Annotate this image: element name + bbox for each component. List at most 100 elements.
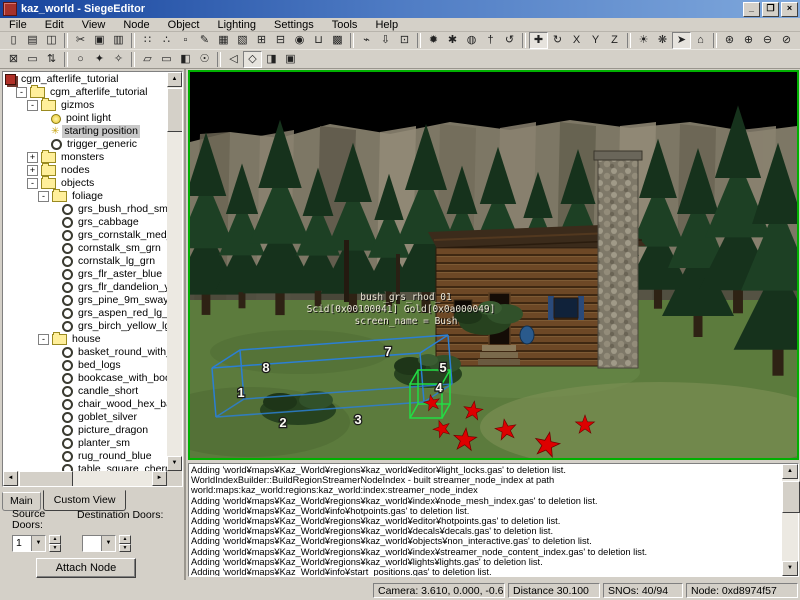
tree-item[interactable]: goblet_silver	[3, 411, 167, 424]
expander-collapse-icon[interactable]: -	[16, 87, 27, 98]
tree-item[interactable]: +nodes	[3, 164, 167, 177]
minimize-button[interactable]: _	[743, 2, 760, 17]
tree-item[interactable]: grs_flr_dandelion_yllw	[3, 281, 167, 294]
light-a-button[interactable]: ⊛	[720, 32, 739, 49]
select-light-button[interactable]: ❋	[653, 32, 672, 49]
tree-horizontal-scrollbar[interactable]: ◄ ►	[3, 471, 167, 486]
tree-item[interactable]: point light	[3, 112, 167, 125]
circle-button[interactable]: ○	[71, 51, 90, 68]
tree-item[interactable]: grs_cornstalk_med_grn	[3, 229, 167, 242]
eraser-button[interactable]: ▭	[157, 51, 176, 68]
lasso-button[interactable]: ↺	[500, 32, 519, 49]
tree-item[interactable]: picture_dragon	[3, 424, 167, 437]
move-button[interactable]: ✚	[529, 32, 548, 49]
tree-item[interactable]: grs_cabbage	[3, 216, 167, 229]
lock-y-button[interactable]: Y	[586, 32, 605, 49]
bomb-button[interactable]: ✹	[424, 32, 443, 49]
cut-button[interactable]: ✂	[71, 32, 90, 49]
diamond-button[interactable]: ◇	[243, 51, 262, 68]
drop-node-button[interactable]: ⇩	[376, 32, 395, 49]
tree-item[interactable]: ✳starting position	[3, 125, 167, 138]
output-console[interactable]: Adding 'world¥maps¥Kaz_World¥regions¥kaz…	[188, 463, 799, 577]
region-select-button[interactable]: ▫	[176, 32, 195, 49]
expander-expand-icon[interactable]: +	[27, 165, 38, 176]
tree-item[interactable]: bookcase_with_books	[3, 372, 167, 385]
expander-collapse-icon[interactable]: -	[27, 100, 38, 111]
restore-button[interactable]: ❐	[762, 2, 779, 17]
tree-item[interactable]: candle_short	[3, 385, 167, 398]
cursor-button[interactable]: ➤	[672, 32, 691, 49]
tree-item[interactable]: -gizmos	[3, 99, 167, 112]
snap-button[interactable]: ⊡	[395, 32, 414, 49]
tree-vertical-scrollbar[interactable]: ▲ ▼	[167, 72, 182, 471]
tree-item[interactable]: grs_flr_aster_blue	[3, 268, 167, 281]
tree-item[interactable]: bed_logs	[3, 359, 167, 372]
menu-lighting[interactable]: Lighting	[208, 19, 265, 31]
light-d-button[interactable]: ⊘	[777, 32, 796, 49]
save-button[interactable]: ◫	[42, 32, 61, 49]
scroll-up-icon[interactable]: ▲	[167, 72, 182, 87]
scrollbar-thumb[interactable]	[782, 481, 800, 513]
menu-node[interactable]: Node	[114, 19, 158, 31]
menu-view[interactable]: View	[73, 19, 115, 31]
spotlight-button[interactable]: ✧	[109, 51, 128, 68]
console-scrollbar[interactable]: ▲ ▼	[782, 464, 798, 576]
spin-down-icon[interactable]: ▼	[49, 544, 61, 553]
lamp-button[interactable]: ⌂	[691, 32, 710, 49]
cone-button[interactable]: ◁	[224, 51, 243, 68]
query-button[interactable]: ✱	[443, 32, 462, 49]
scroll-right-icon[interactable]: ►	[152, 471, 167, 486]
expander-collapse-icon[interactable]: -	[38, 191, 49, 202]
copy-button[interactable]: ▣	[90, 32, 109, 49]
gas-edit-button[interactable]: ∷	[138, 32, 157, 49]
grab-button[interactable]: ⌁	[357, 32, 376, 49]
paste-button[interactable]: ▥	[109, 32, 128, 49]
rotate-button[interactable]: ↻	[548, 32, 567, 49]
menu-settings[interactable]: Settings	[265, 19, 323, 31]
cubes2-button[interactable]: ◨	[262, 51, 281, 68]
close-button[interactable]: ×	[781, 2, 798, 17]
tree-item[interactable]: grs_aspen_red_lg_sway	[3, 307, 167, 320]
menu-tools[interactable]: Tools	[323, 19, 367, 31]
light-b-button[interactable]: ⊕	[739, 32, 758, 49]
scroll-left-icon[interactable]: ◄	[3, 471, 18, 486]
paint-button[interactable]: ✎	[195, 32, 214, 49]
record-button[interactable]: ◉	[290, 32, 309, 49]
dropdown-arrow-icon[interactable]: ▼	[31, 536, 45, 551]
menu-file[interactable]: File	[0, 19, 36, 31]
scroll-down-icon[interactable]: ▼	[167, 456, 182, 471]
tree-item[interactable]: chair_wood_hex_back	[3, 398, 167, 411]
gas-template-button[interactable]: ∴	[157, 32, 176, 49]
tree-item[interactable]: cgm_afterlife_tutorial	[3, 73, 167, 86]
node-mesh-button[interactable]: ▦	[214, 32, 233, 49]
tree-item[interactable]: cornstalk_lg_grn	[3, 255, 167, 268]
projector-button[interactable]: ▭	[23, 51, 42, 68]
tree-item[interactable]: -house	[3, 333, 167, 346]
tree-item[interactable]: +monsters	[3, 151, 167, 164]
flashlight-button[interactable]: ✦	[90, 51, 109, 68]
tree-item[interactable]: rug_round_blue	[3, 450, 167, 463]
menu-help[interactable]: Help	[366, 19, 407, 31]
copy-node-button[interactable]: ⊞	[252, 32, 271, 49]
tab-custom-view[interactable]: Custom View	[43, 490, 127, 511]
tree-item[interactable]: table_square_cherry_	[3, 463, 167, 471]
open-button[interactable]: ▤	[23, 32, 42, 49]
dropdown-arrow-icon[interactable]: ▼	[101, 536, 115, 551]
menu-object[interactable]: Object	[159, 19, 209, 31]
greenbox-button[interactable]: ▣	[281, 51, 300, 68]
unlink-camera-button[interactable]: ⊠	[4, 51, 23, 68]
terrain-button[interactable]: ▩	[328, 32, 347, 49]
tree-item[interactable]: grs_birch_yellow_lg_sw	[3, 320, 167, 333]
paste-node-button[interactable]: ⊟	[271, 32, 290, 49]
tree-item[interactable]: -objects	[3, 177, 167, 190]
page-button[interactable]: ▱	[138, 51, 157, 68]
scrollbar-thumb[interactable]	[19, 471, 73, 487]
tub-button[interactable]: ⊔	[309, 32, 328, 49]
viewport-3d[interactable]: 1 2 3 4 5 7 8 bush_grs_rhod_01 Scid[0x00…	[188, 70, 799, 460]
scroll-down-icon[interactable]: ▼	[782, 561, 798, 576]
sword-button[interactable]: †	[481, 32, 500, 49]
tree-item[interactable]: planter_sm	[3, 437, 167, 450]
tree-item[interactable]: -foliage	[3, 190, 167, 203]
light-c-button[interactable]: ⊖	[758, 32, 777, 49]
attach-node-button[interactable]: Attach Node	[36, 558, 136, 578]
